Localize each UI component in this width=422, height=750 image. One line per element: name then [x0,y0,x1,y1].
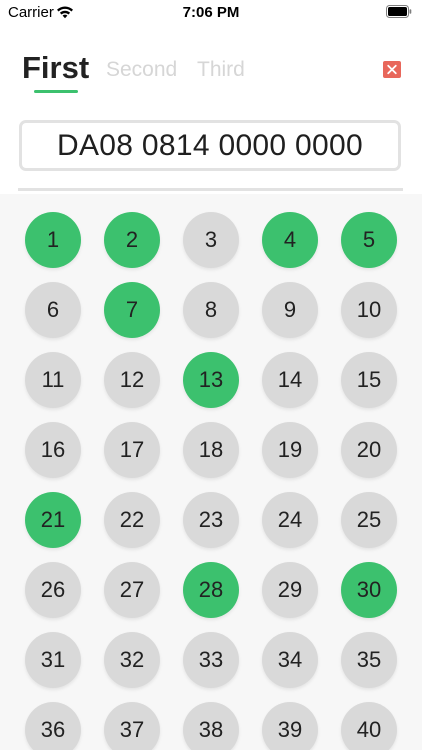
close-button[interactable] [383,61,401,78]
battery-icon [386,5,412,18]
number-ball-15[interactable]: 15 [341,352,397,408]
number-ball-5[interactable]: 5 [341,212,397,268]
active-tab-indicator [34,90,78,93]
number-ball-30[interactable]: 30 [341,562,397,618]
tab-third[interactable]: Third [197,58,245,82]
number-ball-29[interactable]: 29 [262,562,318,618]
number-ball-1[interactable]: 1 [25,212,81,268]
number-ball-38[interactable]: 38 [183,702,239,750]
number-ball-9[interactable]: 9 [262,282,318,338]
code-display: DA08 0814 0000 0000 [19,120,401,171]
number-ball-7[interactable]: 7 [104,282,160,338]
number-ball-24[interactable]: 24 [262,492,318,548]
number-ball-20[interactable]: 20 [341,422,397,478]
number-ball-27[interactable]: 27 [104,562,160,618]
number-ball-26[interactable]: 26 [25,562,81,618]
number-ball-22[interactable]: 22 [104,492,160,548]
status-bar: Carrier 7:06 PM [0,0,422,26]
number-ball-17[interactable]: 17 [104,422,160,478]
number-ball-39[interactable]: 39 [262,702,318,750]
number-ball-18[interactable]: 18 [183,422,239,478]
number-ball-31[interactable]: 31 [25,632,81,688]
number-ball-14[interactable]: 14 [262,352,318,408]
number-ball-3[interactable]: 3 [183,212,239,268]
close-icon [387,64,397,75]
number-ball-35[interactable]: 35 [341,632,397,688]
number-ball-40[interactable]: 40 [341,702,397,750]
number-ball-12[interactable]: 12 [104,352,160,408]
number-ball-25[interactable]: 25 [341,492,397,548]
number-ball-19[interactable]: 19 [262,422,318,478]
divider [18,188,403,191]
number-ball-11[interactable]: 11 [25,352,81,408]
number-grid: 1 2 3 4 5 6 7 8 9 10 11 12 13 14 15 16 17 18 19 20 21 22 23 24 2… [0,194,422,750]
number-ball-6[interactable]: 6 [25,282,81,338]
tab-first[interactable]: First [22,50,89,86]
number-ball-32[interactable]: 32 [104,632,160,688]
number-ball-13[interactable]: 13 [183,352,239,408]
number-ball-21[interactable]: 21 [25,492,81,548]
number-ball-37[interactable]: 37 [104,702,160,750]
number-ball-36[interactable]: 36 [25,702,81,750]
number-ball-8[interactable]: 8 [183,282,239,338]
number-ball-28[interactable]: 28 [183,562,239,618]
tab-second[interactable]: Second [106,58,177,82]
number-ball-34[interactable]: 34 [262,632,318,688]
number-ball-16[interactable]: 16 [25,422,81,478]
number-ball-4[interactable]: 4 [262,212,318,268]
number-ball-23[interactable]: 23 [183,492,239,548]
status-time: 7:06 PM [182,4,240,21]
number-ball-2[interactable]: 2 [104,212,160,268]
number-ball-10[interactable]: 10 [341,282,397,338]
number-ball-33[interactable]: 33 [183,632,239,688]
